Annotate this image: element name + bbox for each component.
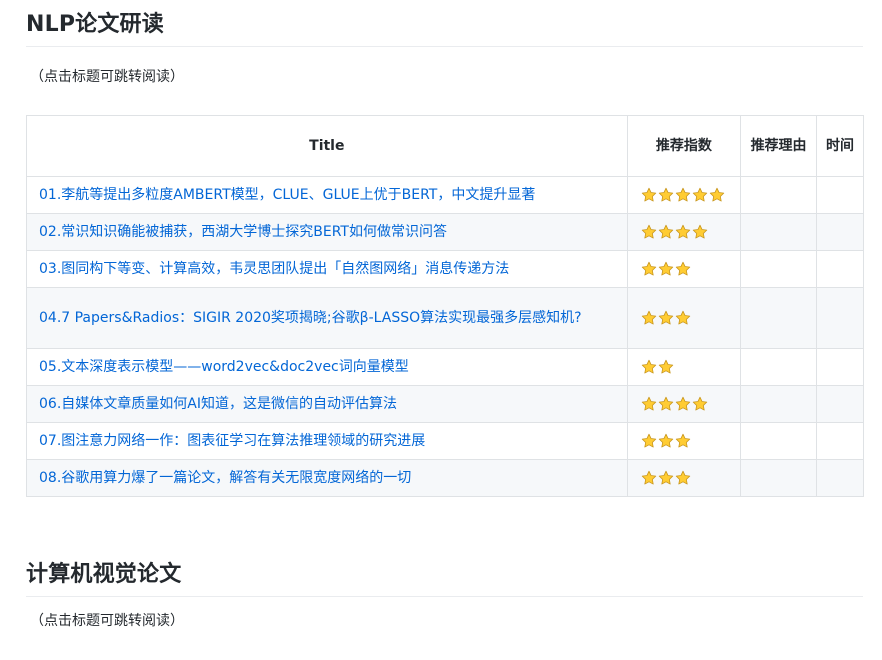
cell-time [815,422,865,460]
star-rating [640,433,729,449]
cell-time [815,287,865,349]
header-time: 时间 [815,115,865,177]
cell-rating [626,213,742,251]
cell-title: 03.图同构下等变、计算高效，韦灵思团队提出「自然图网络」消息传递方法 [26,250,628,288]
star-rating [640,310,729,326]
star-icon [675,224,691,240]
cv-section: 计算机视觉论文 （点击标题可跳转阅读） [26,560,863,631]
star-icon [658,433,674,449]
star-icon [709,187,725,203]
paper-link[interactable]: 03.图同构下等变、计算高效，韦灵思团队提出「自然图网络」消息传递方法 [39,257,615,281]
star-icon [641,310,657,326]
table-row: 01.李航等提出多粒度AMBERT模型，CLUE、GLUE上优于BERT，中文提… [26,176,865,214]
star-icon [692,224,708,240]
cell-rating [626,250,742,288]
cell-time [815,459,865,497]
star-icon [658,359,674,375]
cell-rating [626,348,742,386]
star-rating [640,470,729,486]
paper-link[interactable]: 04.7 Papers&Radios：SIGIR 2020奖项揭晓;谷歌β-LA… [39,306,615,330]
star-icon [675,433,691,449]
cell-rating [626,176,742,214]
cell-title: 01.李航等提出多粒度AMBERT模型，CLUE、GLUE上优于BERT，中文提… [26,176,628,214]
cell-time [815,176,865,214]
star-icon [658,261,674,277]
star-icon [658,396,674,412]
star-rating [640,261,729,277]
table-header-row: Title 推荐指数 推荐理由 时间 [26,115,865,177]
paper-link[interactable]: 02.常识知识确能被捕获，西湖大学博士探究BERT如何做常识问答 [39,220,615,244]
star-icon [641,359,657,375]
paper-link[interactable]: 08.谷歌用算力爆了一篇论文，解答有关无限宽度网络的一切 [39,466,615,490]
star-rating [640,396,729,412]
star-icon [675,187,691,203]
cell-reason [740,459,817,497]
cell-title: 08.谷歌用算力爆了一篇论文，解答有关无限宽度网络的一切 [26,459,628,497]
star-icon [675,470,691,486]
star-icon [675,261,691,277]
star-icon [658,470,674,486]
header-rating: 推荐指数 [626,115,742,177]
table-row: 07.图注意力网络一作：图表征学习在算法推理领域的研究进展 [26,422,865,460]
star-icon [692,187,708,203]
cell-reason [740,176,817,214]
star-icon [641,261,657,277]
cell-rating [626,422,742,460]
star-icon [641,224,657,240]
star-icon [641,187,657,203]
cell-title: 04.7 Papers&Radios：SIGIR 2020奖项揭晓;谷歌β-LA… [26,287,628,349]
star-icon [675,310,691,326]
cell-reason [740,287,817,349]
table-row: 03.图同构下等变、计算高效，韦灵思团队提出「自然图网络」消息传递方法 [26,250,865,288]
table-row: 06.自媒体文章质量如何AI知道，这是微信的自动评估算法 [26,385,865,423]
section-hint-cv: （点击标题可跳转阅读） [30,613,184,629]
paper-link[interactable]: 05.文本深度表示模型——word2vec&doc2vec词向量模型 [39,355,615,379]
star-icon [641,433,657,449]
star-icon [675,396,691,412]
cell-rating [626,459,742,497]
cell-reason [740,213,817,251]
star-icon [658,310,674,326]
cell-reason [740,348,817,386]
cell-title: 07.图注意力网络一作：图表征学习在算法推理领域的研究进展 [26,422,628,460]
paper-link[interactable]: 06.自媒体文章质量如何AI知道，这是微信的自动评估算法 [39,392,615,416]
section-heading-cv: 计算机视觉论文 [26,560,863,597]
header-title: Title [26,115,628,177]
section-hint-nlp: （点击标题可跳转阅读） [30,69,184,85]
header-reason: 推荐理由 [740,115,817,177]
table-row: 04.7 Papers&Radios：SIGIR 2020奖项揭晓;谷歌β-LA… [26,287,865,349]
cell-time [815,385,865,423]
cell-reason [740,250,817,288]
cell-reason [740,422,817,460]
star-icon [641,470,657,486]
cell-reason [740,385,817,423]
star-rating [640,359,729,375]
cell-time [815,348,865,386]
star-rating [640,187,729,203]
paper-link[interactable]: 07.图注意力网络一作：图表征学习在算法推理领域的研究进展 [39,429,615,453]
table-row: 08.谷歌用算力爆了一篇论文，解答有关无限宽度网络的一切 [26,459,865,497]
cell-title: 06.自媒体文章质量如何AI知道，这是微信的自动评估算法 [26,385,628,423]
star-icon [692,396,708,412]
table-row: 05.文本深度表示模型——word2vec&doc2vec词向量模型 [26,348,865,386]
cell-title: 02.常识知识确能被捕获，西湖大学博士探究BERT如何做常识问答 [26,213,628,251]
star-icon [641,396,657,412]
cell-rating [626,385,742,423]
cell-time [815,213,865,251]
star-icon [658,187,674,203]
cell-time [815,250,865,288]
table-row: 02.常识知识确能被捕获，西湖大学博士探究BERT如何做常识问答 [26,213,865,251]
nlp-section: NLP论文研读 （点击标题可跳转阅读） [26,10,863,87]
cell-rating [626,287,742,349]
cell-title: 05.文本深度表示模型——word2vec&doc2vec词向量模型 [26,348,628,386]
paper-link[interactable]: 01.李航等提出多粒度AMBERT模型，CLUE、GLUE上优于BERT，中文提… [39,183,615,207]
star-rating [640,224,729,240]
paper-table: Title 推荐指数 推荐理由 时间 01.李航等提出多粒度AMBERT模型，C… [26,115,865,497]
star-icon [658,224,674,240]
section-heading-nlp: NLP论文研读 [26,10,863,47]
